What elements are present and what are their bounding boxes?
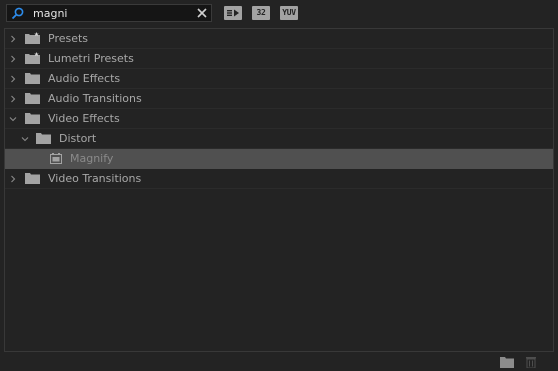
search-icon <box>11 7 24 20</box>
tree-item-lumetri-presets[interactable]: Lumetri Presets <box>5 49 553 69</box>
tree-item-label: Audio Transitions <box>48 92 142 105</box>
tree-item-magnify[interactable]: Magnify <box>5 149 553 169</box>
chevron-right-icon[interactable] <box>9 175 17 183</box>
folder-icon <box>36 133 51 144</box>
panel-footer <box>0 352 558 371</box>
tree-item-video-effects[interactable]: Video Effects <box>5 109 553 129</box>
tree-item-presets[interactable]: Presets <box>5 29 553 49</box>
effects-tree-panel: Presets Lumetri Presets Audio Effects Au… <box>4 28 554 352</box>
tree-item-audio-transitions[interactable]: Audio Transitions <box>5 89 553 109</box>
folder-icon <box>25 113 40 124</box>
tree-item-video-transitions[interactable]: Video Transitions <box>5 169 553 189</box>
yuv-label: YUV <box>282 8 296 17</box>
tree-item-label: Distort <box>59 132 97 145</box>
search-input[interactable] <box>33 6 193 20</box>
chevron-right-icon[interactable] <box>9 75 17 83</box>
folder-icon <box>25 73 40 84</box>
tree-item-label: Video Effects <box>48 112 120 125</box>
chevron-right-icon[interactable] <box>9 95 17 103</box>
32-bit-label: 32 <box>256 8 266 17</box>
clear-search-icon[interactable] <box>196 7 208 19</box>
chevron-right-icon[interactable] <box>9 35 17 43</box>
accelerated-effects-icon <box>227 9 239 17</box>
folder-icon <box>25 93 40 104</box>
effect-icon <box>50 153 62 164</box>
tree-item-label: Magnify <box>70 152 114 165</box>
new-bin-icon[interactable] <box>500 356 514 368</box>
accelerated-effects-filter-button[interactable] <box>224 6 242 20</box>
folder-icon <box>25 173 40 184</box>
tree-item-label: Lumetri Presets <box>48 52 134 65</box>
chevron-down-icon[interactable] <box>9 115 17 123</box>
tree-item-label: Audio Effects <box>48 72 121 85</box>
preset-folder-icon <box>25 52 40 64</box>
effects-toolbar: 32 YUV <box>0 0 558 28</box>
tree-item-distort[interactable]: Distort <box>5 129 553 149</box>
tree-item-audio-effects[interactable]: Audio Effects <box>5 69 553 89</box>
preset-folder-icon <box>25 32 40 44</box>
yuv-filter-button[interactable]: YUV <box>280 6 298 20</box>
chevron-down-icon[interactable] <box>21 135 29 143</box>
trash-icon[interactable] <box>524 356 538 368</box>
search-box[interactable] <box>6 4 212 22</box>
tree-item-label: Presets <box>48 32 89 45</box>
chevron-right-icon[interactable] <box>9 55 17 63</box>
tree-item-label: Video Transitions <box>48 172 142 185</box>
32-bit-filter-button[interactable]: 32 <box>252 6 270 20</box>
